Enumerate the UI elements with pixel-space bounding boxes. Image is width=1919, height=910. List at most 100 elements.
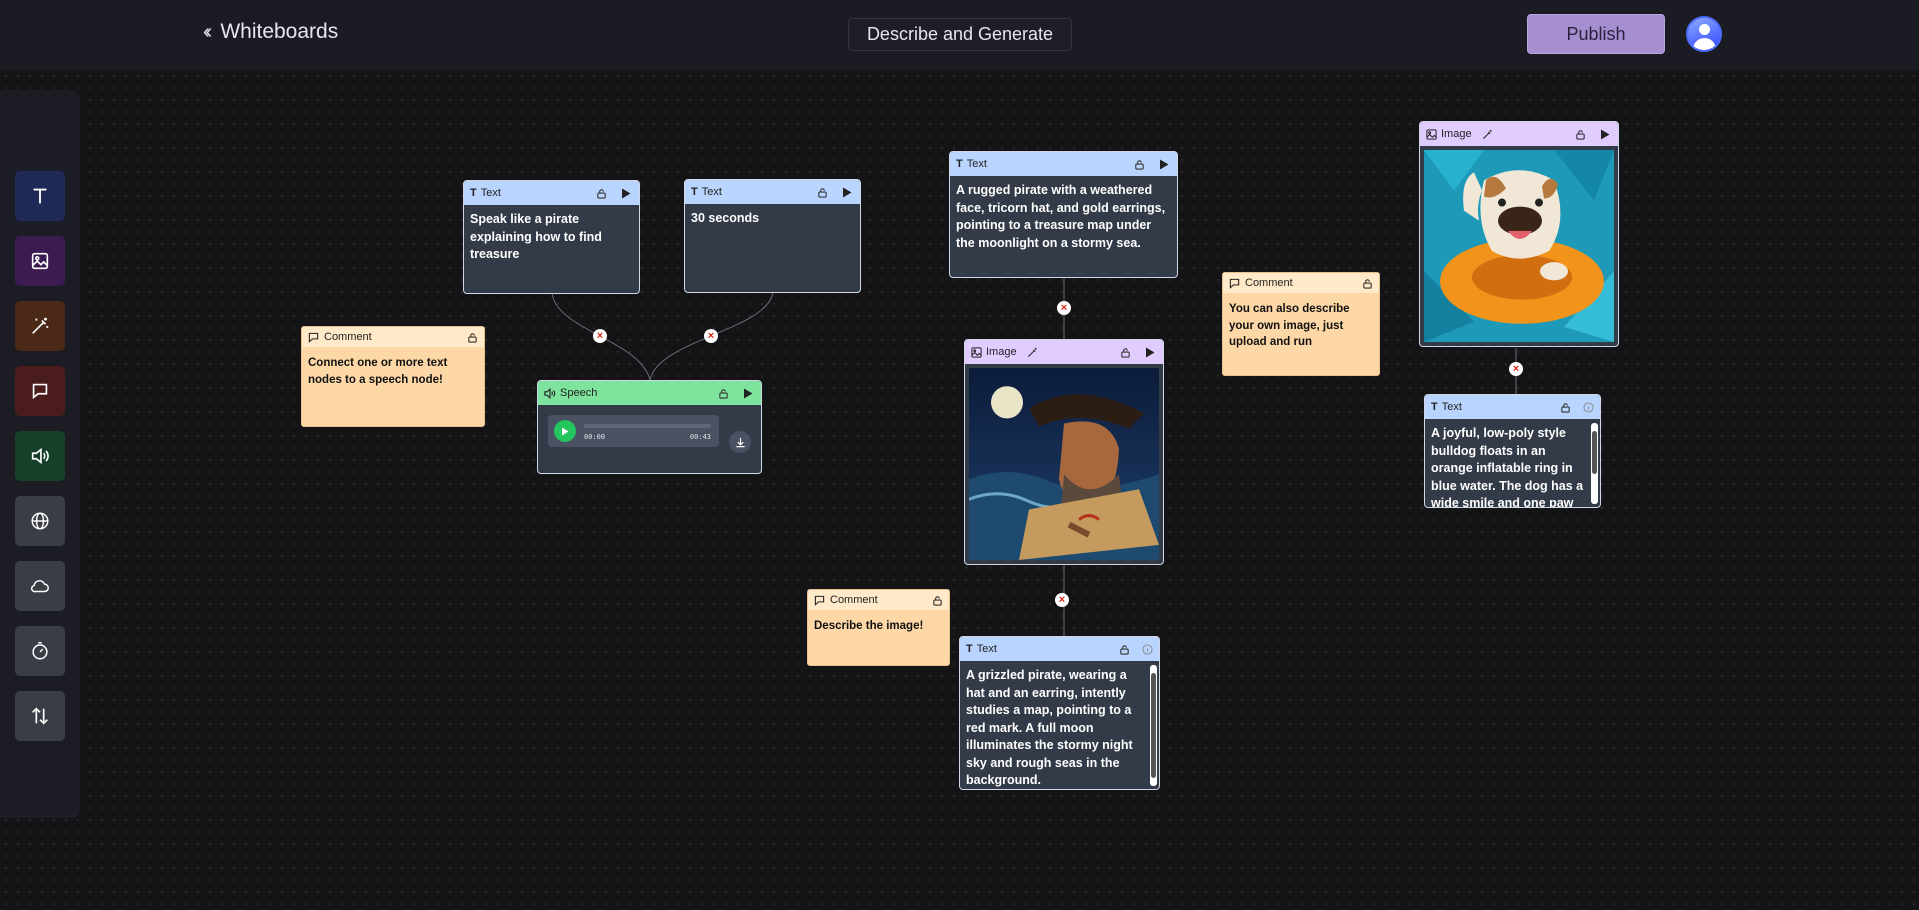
magic-wand-icon[interactable] (1482, 129, 1493, 140)
text-node-content[interactable]: 30 seconds (685, 204, 860, 234)
double-chevron-left-icon: ‹‹ (203, 20, 213, 43)
timer-tool-button[interactable] (15, 626, 65, 676)
text-node[interactable]: T Text A rugged pirate with a weathered … (949, 151, 1178, 278)
node-type-label: Speech (560, 387, 598, 399)
disconnect-button[interactable]: × (1509, 362, 1523, 376)
comment-icon (1229, 278, 1240, 289)
run-play-icon[interactable] (1598, 127, 1612, 141)
scrollbar-thumb[interactable] (1592, 431, 1597, 474)
text-node[interactable]: T Text 30 seconds (684, 179, 861, 293)
comment-content[interactable]: Connect one or more text nodes to a spee… (302, 347, 484, 396)
speech-node[interactable]: Speech 00:00 00:43 (537, 380, 762, 474)
node-type-label: Text (480, 187, 501, 199)
speaker-icon (544, 387, 556, 399)
disconnect-button[interactable]: × (1055, 593, 1069, 607)
image-icon (31, 252, 49, 270)
text-node[interactable]: T Text A joyful, low-poly style bulldog … (1424, 394, 1601, 508)
image-icon (971, 346, 982, 358)
node-type-label: Image (1441, 128, 1472, 140)
text-icon: T (1431, 401, 1438, 413)
image-node[interactable]: Image (1419, 121, 1619, 347)
comment-header: Comment (1223, 273, 1379, 293)
image-icon (1426, 128, 1437, 140)
comment-node[interactable]: Comment You can also describe your own i… (1222, 272, 1380, 376)
comment-header: Comment (302, 327, 484, 347)
image-node[interactable]: Image (964, 339, 1164, 565)
magic-tool-button[interactable] (15, 301, 65, 351)
comment-node[interactable]: Comment Connect one or more text nodes t… (301, 326, 485, 427)
board-title[interactable]: Describe and Generate (848, 18, 1072, 51)
text-icon: T (470, 187, 477, 199)
image-tool-button[interactable] (15, 236, 65, 286)
audio-time-current: 00:00 (584, 433, 606, 441)
magic-wand-icon[interactable] (1027, 347, 1038, 358)
cloud-icon (30, 580, 49, 593)
back-label: Whiteboards (220, 20, 339, 43)
disconnect-button[interactable]: × (704, 329, 718, 343)
node-header: T Text (960, 637, 1159, 661)
bulldog-image (1424, 150, 1614, 342)
lock-icon[interactable] (1119, 644, 1130, 655)
node-type-label: Comment (1245, 277, 1293, 289)
comment-content[interactable]: You can also describe your own image, ju… (1223, 293, 1379, 359)
cloud-tool-button[interactable] (15, 561, 65, 611)
comment-content[interactable]: Describe the image! (808, 610, 949, 643)
web-tool-button[interactable] (15, 496, 65, 546)
node-header: T Text (950, 152, 1177, 176)
scrollbar-thumb[interactable] (1151, 673, 1156, 778)
text-node-content[interactable]: A joyful, low-poly style bulldog floats … (1425, 419, 1600, 507)
avatar-head (1699, 24, 1710, 35)
avatar-body (1693, 38, 1716, 50)
node-header: T Text (1425, 395, 1600, 419)
info-icon[interactable] (1583, 401, 1594, 413)
text-node[interactable]: T Text A grizzled pirate, wearing a hat … (959, 636, 1160, 790)
node-header: Image (1420, 122, 1618, 146)
comment-tool-button[interactable] (15, 366, 65, 416)
node-type-label: Comment (324, 331, 372, 343)
run-play-icon[interactable] (741, 386, 755, 400)
audio-player[interactable]: 00:00 00:43 (548, 415, 719, 447)
magic-wand-icon (32, 317, 49, 334)
text-node-content[interactable]: A rugged pirate with a weathered face, t… (950, 176, 1177, 258)
text-node[interactable]: T Text Speak like a pirate explaining ho… (463, 180, 640, 294)
lock-icon[interactable] (817, 187, 828, 198)
lock-icon[interactable] (467, 332, 478, 343)
top-bar: ‹‹ Whiteboards Describe and Generate Pub… (0, 0, 1919, 70)
lock-icon[interactable] (932, 595, 943, 606)
publish-button[interactable]: Publish (1527, 14, 1665, 54)
speech-tool-button[interactable] (15, 431, 65, 481)
lock-icon[interactable] (1120, 347, 1131, 358)
text-icon: T (966, 643, 973, 655)
run-play-icon[interactable] (1157, 157, 1171, 171)
scrollbar[interactable] (1150, 665, 1157, 786)
lock-icon[interactable] (1134, 159, 1145, 170)
info-icon[interactable] (1142, 643, 1153, 655)
text-node-content[interactable]: Speak like a pirate explaining how to fi… (464, 205, 639, 270)
comment-node[interactable]: Comment Describe the image! (807, 589, 950, 666)
audio-play-button[interactable] (554, 420, 576, 442)
run-play-icon[interactable] (1143, 345, 1157, 359)
node-header: T Text (464, 181, 639, 205)
lock-icon[interactable] (1575, 129, 1586, 140)
node-header: Speech (538, 381, 761, 405)
lock-icon[interactable] (1560, 402, 1571, 413)
run-play-icon[interactable] (840, 185, 854, 199)
text-node-content[interactable]: A grizzled pirate, wearing a hat and an … (960, 661, 1159, 789)
user-avatar[interactable] (1686, 16, 1722, 52)
download-button[interactable] (729, 431, 751, 453)
back-to-whiteboards-link[interactable]: ‹‹ Whiteboards (203, 20, 338, 44)
disconnect-button[interactable]: × (1057, 301, 1071, 315)
run-play-icon[interactable] (619, 186, 633, 200)
download-icon (735, 437, 745, 447)
node-type-label: Text (976, 643, 997, 655)
sort-tool-button[interactable] (15, 691, 65, 741)
audio-progress-track[interactable] (584, 424, 711, 428)
text-tool-button[interactable] (15, 171, 65, 221)
lock-icon[interactable] (1362, 278, 1373, 289)
scrollbar[interactable] (1591, 423, 1598, 504)
lock-icon[interactable] (718, 388, 729, 399)
disconnect-button[interactable]: × (593, 329, 607, 343)
lock-icon[interactable] (596, 188, 607, 199)
sort-icon (32, 707, 48, 725)
node-toolbar (0, 90, 80, 818)
